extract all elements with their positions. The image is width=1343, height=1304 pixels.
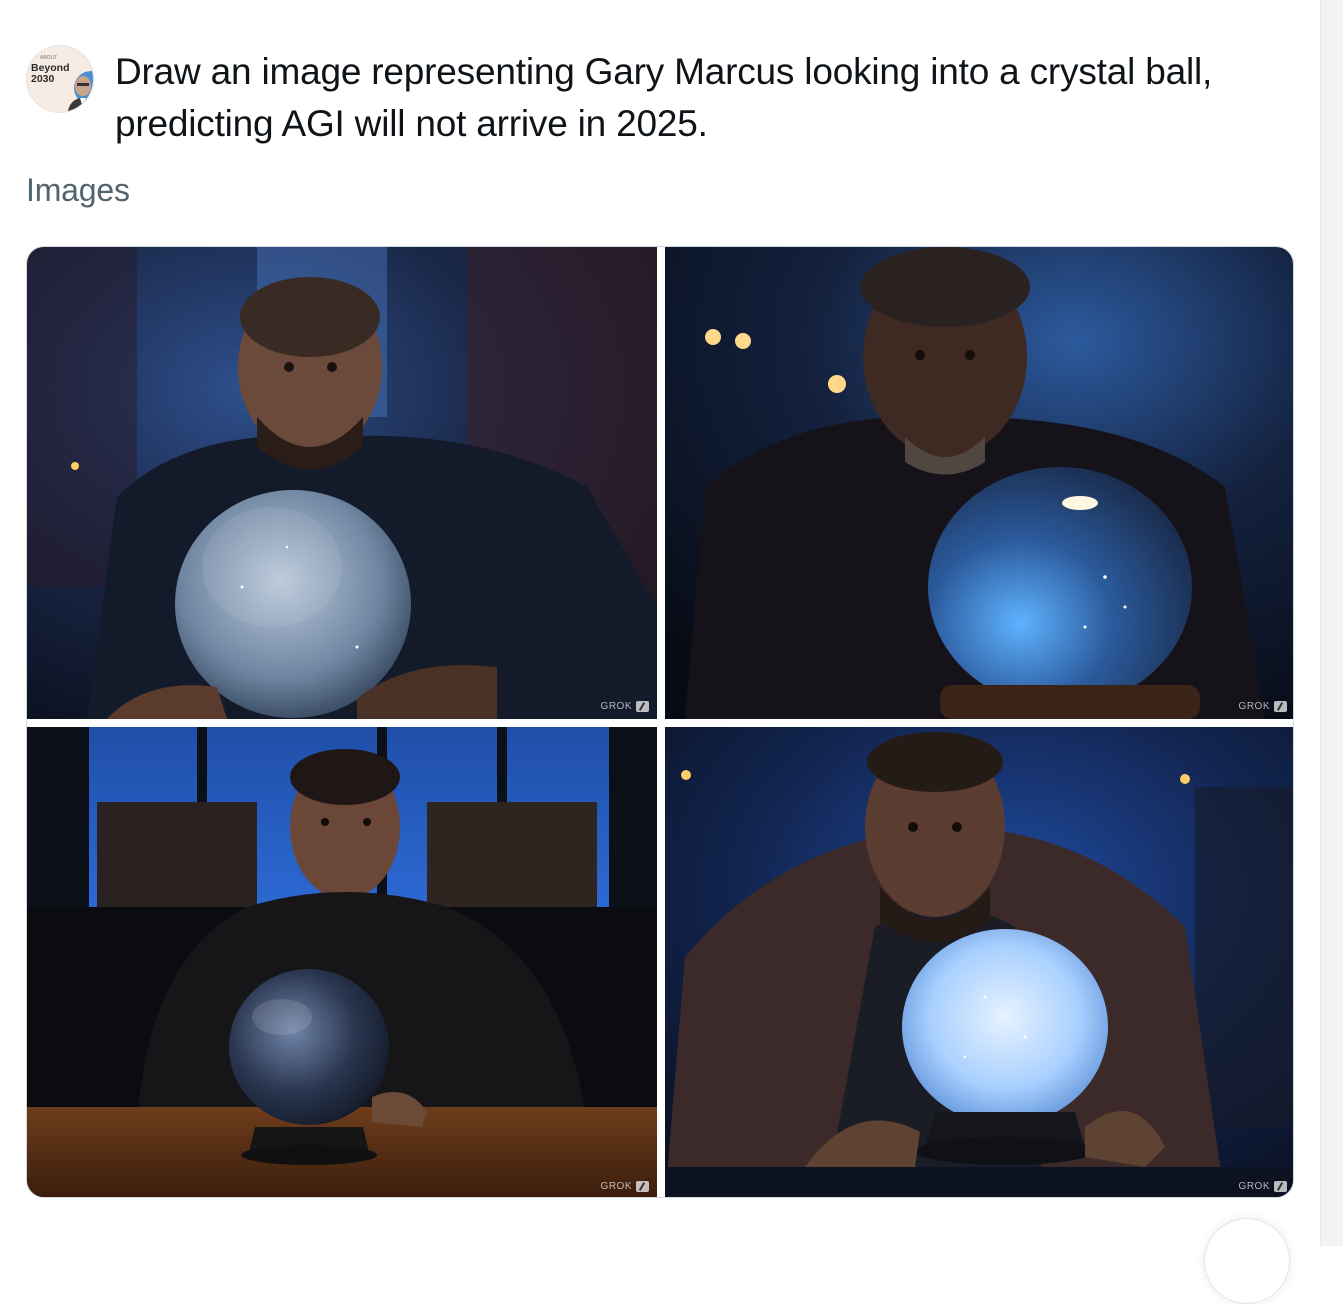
avatar-small-text: ABOUT xyxy=(40,55,58,61)
floating-action-button[interactable] xyxy=(1204,1218,1290,1304)
generated-image-3[interactable]: GROK xyxy=(27,727,657,1197)
grok-watermark: GROK xyxy=(1239,701,1287,712)
generated-image-2[interactable]: GROK xyxy=(665,247,1293,719)
avatar-portrait-icon xyxy=(67,71,93,112)
grok-watermark: GROK xyxy=(601,701,649,712)
crystal-ball-portrait-3 xyxy=(27,727,657,1197)
watermark-text: GROK xyxy=(600,1181,632,1192)
edit-icon xyxy=(636,1181,649,1192)
images-section-title: Images xyxy=(26,172,130,208)
generated-image-1[interactable]: GROK xyxy=(27,247,657,719)
grok-watermark: GROK xyxy=(1239,1181,1287,1192)
avatar-line-2: 2030 xyxy=(31,73,55,85)
crystal-ball-portrait-1 xyxy=(27,247,657,719)
avatar[interactable]: ABOUT Beyond 2030 xyxy=(26,45,94,113)
edit-icon xyxy=(636,701,649,712)
edit-icon xyxy=(1274,1181,1287,1192)
post-prompt-text: Draw an image representing Gary Marcus l… xyxy=(115,51,1213,144)
crystal-ball-portrait-4 xyxy=(665,727,1293,1197)
crystal-ball-portrait-2 xyxy=(665,247,1293,719)
scrollbar-track[interactable] xyxy=(1320,0,1343,1246)
watermark-text: GROK xyxy=(1238,1181,1270,1192)
generated-image-4[interactable]: GROK xyxy=(665,727,1293,1197)
watermark-text: GROK xyxy=(600,701,632,712)
watermark-text: GROK xyxy=(1238,701,1270,712)
grok-watermark: GROK xyxy=(601,1181,649,1192)
edit-icon xyxy=(1274,701,1287,712)
image-grid: GROK GROK GROK GROK xyxy=(26,246,1294,1198)
